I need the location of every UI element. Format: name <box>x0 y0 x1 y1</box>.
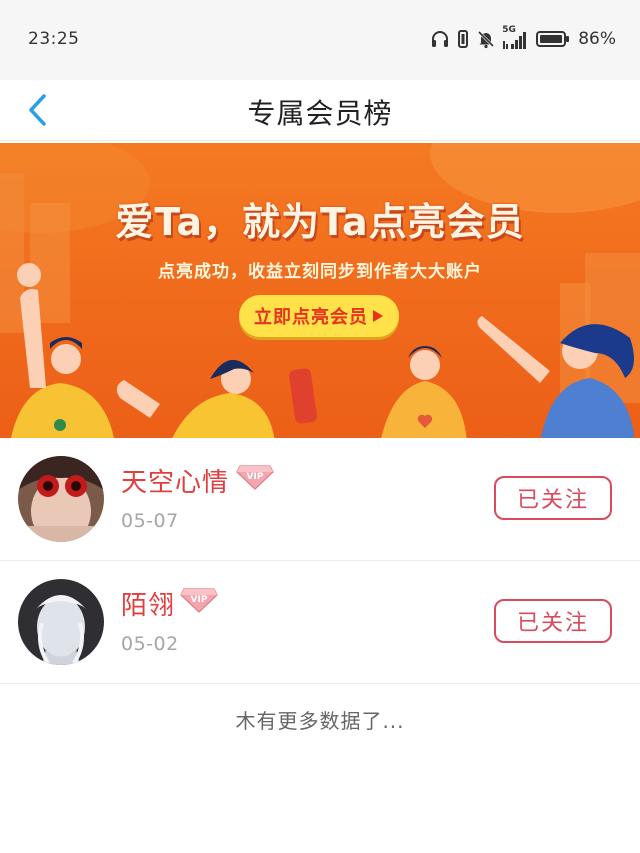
vip-badge-label: VIP <box>247 472 264 482</box>
vip-badge-label: VIP <box>191 595 208 605</box>
vip-badge-icon: VIP <box>236 465 274 490</box>
cta-label: 立即点亮会员 <box>254 307 368 328</box>
banner-headline: 爱Ta，就为Ta点亮会员 <box>115 200 525 244</box>
status-bar: 23:25 5G 86% <box>0 0 640 80</box>
membership-banner[interactable]: 爱Ta，就为Ta点亮会员 点亮成功，收益立刻同步到作者大大账户 立即点亮会员 <box>0 143 640 438</box>
signal-icon <box>503 32 527 49</box>
member-list: 天空心情 VIP 05-07 已关注 陌翎 VIP 05-02 已关注 <box>0 438 640 684</box>
status-icons: 5G 86% <box>430 25 616 51</box>
member-name[interactable]: 天空心情 <box>121 462 229 499</box>
network-indicator: 5G <box>502 25 530 50</box>
no-more-data-text: 木有更多数据了... <box>235 709 405 733</box>
navigation-header: 专属会员榜 <box>0 80 640 140</box>
mute-icon <box>478 30 495 49</box>
member-date: 05-07 <box>121 510 179 532</box>
followed-button[interactable]: 已关注 <box>494 599 612 643</box>
status-time: 23:25 <box>28 29 80 49</box>
avatar[interactable] <box>18 579 104 665</box>
triangle-right-icon <box>373 310 383 322</box>
banner-subtitle: 点亮成功，收益立刻同步到作者大大账户 <box>158 262 482 282</box>
list-item[interactable]: 天空心情 VIP 05-07 已关注 <box>0 438 640 561</box>
vip-badge-icon: VIP <box>180 588 218 613</box>
member-name[interactable]: 陌翎 <box>121 585 175 622</box>
battery-icon <box>536 31 570 47</box>
headphones-icon <box>432 31 449 47</box>
vibrate-icon <box>458 30 469 48</box>
avatar[interactable] <box>18 456 104 542</box>
member-date: 05-02 <box>121 633 179 655</box>
battery-percent: 86% <box>578 29 616 49</box>
banner-illustration <box>0 143 640 438</box>
followed-button[interactable]: 已关注 <box>494 476 612 520</box>
page-title: 专属会员榜 <box>247 97 393 130</box>
member-avatar-image <box>18 579 104 665</box>
list-item[interactable]: 陌翎 VIP 05-02 已关注 <box>0 561 640 684</box>
member-avatar-image <box>18 456 104 542</box>
light-up-membership-button[interactable]: 立即点亮会员 <box>239 295 399 337</box>
